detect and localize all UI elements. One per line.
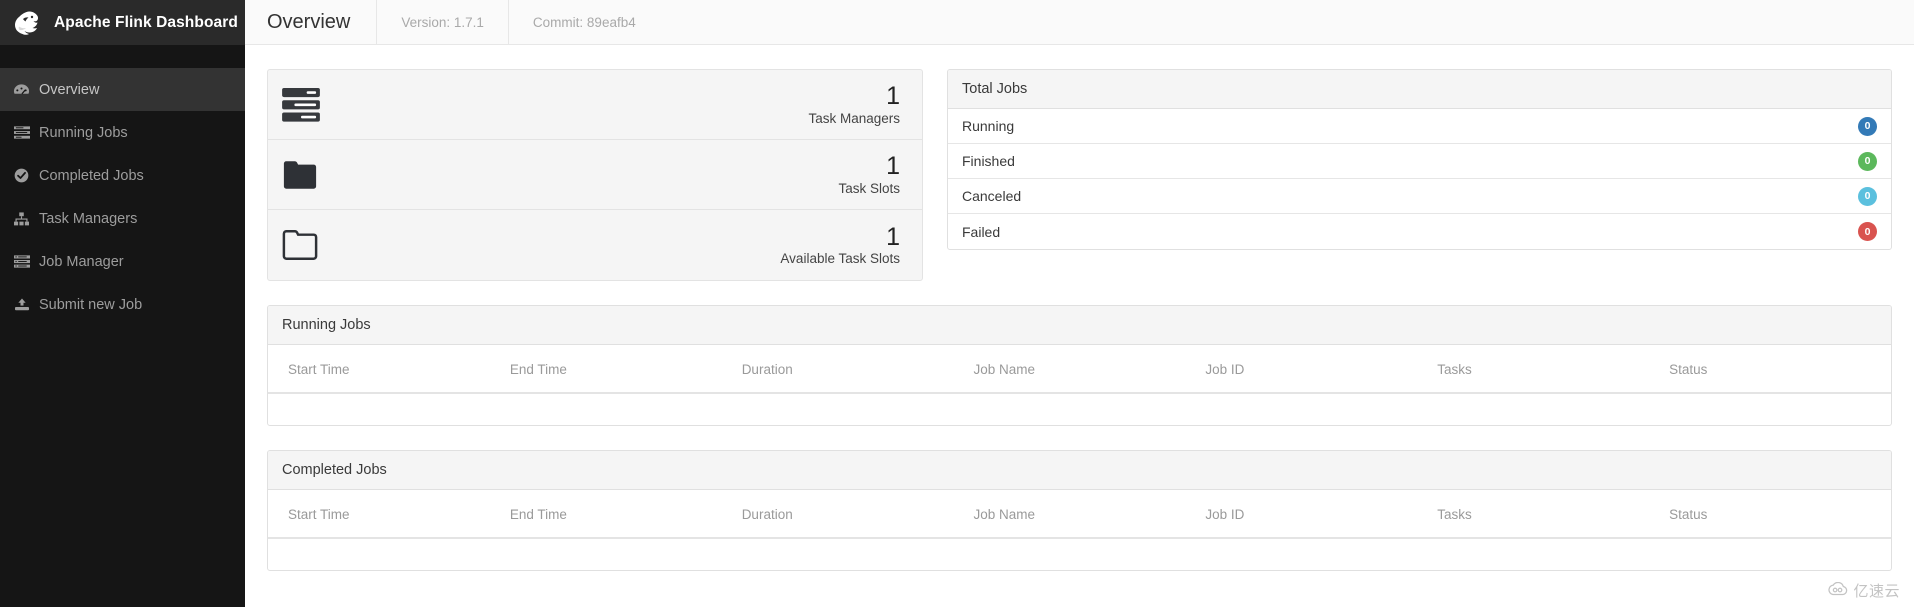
- stat-text: 1 Task Managers: [326, 82, 908, 126]
- app-root: Apache Flink Dashboard Overview Running …: [0, 0, 1914, 607]
- brand-header[interactable]: Apache Flink Dashboard: [0, 0, 245, 45]
- stat-label: Task Managers: [808, 110, 900, 126]
- sidebar-item-label: Job Manager: [39, 253, 124, 270]
- col-job-name[interactable]: Job Name: [963, 345, 1196, 394]
- sidebar-item-submit-new-job[interactable]: Submit new Job: [0, 283, 245, 326]
- completed-jobs-body: [268, 538, 1891, 570]
- page-title: Overview: [245, 0, 378, 44]
- sidebar-nav-list: Overview Running Jobs Completed Jobs Tas…: [0, 68, 245, 326]
- sidebar-item-label: Overview: [39, 81, 100, 98]
- server-list-icon: [13, 254, 30, 269]
- overview-top-row: 1 Task Managers 1 Task Slots 1 Available…: [267, 69, 1892, 281]
- col-job-name[interactable]: Job Name: [963, 490, 1196, 539]
- empty-row: [268, 393, 1891, 425]
- running-jobs-table: Start Time End Time Duration Job Name Jo…: [268, 345, 1891, 425]
- top-bar: Overview Version: 1.7.1 Commit: 89eafb4: [245, 0, 1914, 45]
- total-jobs-title: Total Jobs: [948, 70, 1891, 109]
- col-status[interactable]: Status: [1659, 490, 1891, 539]
- flink-squirrel-icon: [13, 10, 43, 36]
- col-status[interactable]: Status: [1659, 345, 1891, 394]
- empty-row: [268, 538, 1891, 570]
- sitemap-icon: [13, 211, 30, 226]
- col-end-time[interactable]: End Time: [499, 490, 732, 539]
- sidebar-item-label: Task Managers: [39, 210, 138, 227]
- row-label: Finished: [962, 153, 1015, 169]
- watermark: 亿速云: [1827, 580, 1900, 601]
- sidebar-item-task-managers[interactable]: Task Managers: [0, 197, 245, 240]
- total-jobs-row-finished: Finished 0: [948, 144, 1891, 179]
- content-area: 1 Task Managers 1 Task Slots 1 Available…: [245, 45, 1914, 607]
- main-area: Overview Version: 1.7.1 Commit: 89eafb4: [245, 0, 1914, 607]
- stat-value: 1: [886, 82, 900, 111]
- cloud-icon: [1827, 581, 1849, 600]
- completed-jobs-card: Completed Jobs Start Time End Time Durat…: [267, 450, 1892, 571]
- sidebar-item-label: Running Jobs: [39, 124, 128, 141]
- running-jobs-card: Running Jobs Start Time End Time Duratio…: [267, 305, 1892, 426]
- stat-task-managers: 1 Task Managers: [268, 70, 922, 140]
- brand-title: Apache Flink Dashboard: [54, 13, 238, 31]
- table-header-row: Start Time End Time Duration Job Name Jo…: [268, 490, 1891, 539]
- stat-available-task-slots: 1 Available Task Slots: [268, 210, 922, 280]
- total-jobs-row-failed: Failed 0: [948, 214, 1891, 249]
- dashboard-icon: [13, 82, 30, 97]
- stat-value: 1: [886, 222, 900, 251]
- row-label: Failed: [962, 223, 1001, 240]
- status-badge: 0: [1858, 186, 1877, 206]
- col-tasks[interactable]: Tasks: [1427, 345, 1660, 394]
- running-jobs-title: Running Jobs: [268, 306, 1891, 345]
- col-start-time[interactable]: Start Time: [268, 345, 500, 394]
- col-job-id[interactable]: Job ID: [1195, 345, 1428, 394]
- sidebar-item-running-jobs[interactable]: Running Jobs: [0, 111, 245, 154]
- total-jobs-row-running: Running 0: [948, 109, 1891, 144]
- stat-value: 1: [886, 152, 900, 181]
- cluster-stats-card: 1 Task Managers 1 Task Slots 1 Available…: [267, 69, 923, 281]
- watermark-text: 亿速云: [1853, 583, 1900, 600]
- sidebar-item-overview[interactable]: Overview: [0, 68, 245, 111]
- col-start-time[interactable]: Start Time: [268, 490, 500, 539]
- stat-text: 1 Available Task Slots: [326, 222, 908, 267]
- row-label: Running: [962, 118, 1015, 134]
- col-end-time[interactable]: End Time: [499, 345, 732, 394]
- stat-text: 1 Task Slots: [326, 152, 908, 196]
- sidebar-item-label: Submit new Job: [39, 296, 143, 313]
- sidebar: Apache Flink Dashboard Overview Running …: [0, 0, 245, 607]
- completed-jobs-title: Completed Jobs: [268, 451, 1891, 490]
- stat-label: Available Task Slots: [780, 251, 900, 267]
- folder-open-icon: [282, 230, 326, 260]
- status-badge: 0: [1858, 151, 1877, 171]
- status-badge: 0: [1858, 222, 1877, 241]
- upload-icon: [13, 297, 30, 312]
- check-circle-icon: [13, 168, 30, 183]
- completed-jobs-table: Start Time End Time Duration Job Name Jo…: [268, 490, 1891, 570]
- commit-label: Commit: 89eafb4: [532, 14, 636, 30]
- running-jobs-body: [268, 393, 1891, 425]
- table-header-row: Start Time End Time Duration Job Name Jo…: [268, 345, 1891, 394]
- list-running-icon: [13, 125, 30, 140]
- total-jobs-panel: Total Jobs Running 0 Finished 0 Canceled…: [947, 69, 1892, 250]
- sidebar-item-label: Completed Jobs: [39, 167, 144, 184]
- server-stack-icon: [282, 87, 326, 122]
- folder-filled-icon: [282, 160, 326, 190]
- sidebar-item-completed-jobs[interactable]: Completed Jobs: [0, 154, 245, 197]
- col-tasks[interactable]: Tasks: [1427, 490, 1660, 539]
- stat-label: Task Slots: [838, 180, 900, 196]
- col-job-id[interactable]: Job ID: [1195, 490, 1428, 539]
- total-jobs-row-canceled: Canceled 0: [948, 179, 1891, 214]
- stat-task-slots: 1 Task Slots: [268, 140, 922, 210]
- col-duration[interactable]: Duration: [731, 490, 964, 539]
- col-duration[interactable]: Duration: [731, 345, 964, 394]
- sidebar-item-job-manager[interactable]: Job Manager: [0, 240, 245, 283]
- version-label: Version: 1.7.1: [377, 0, 509, 44]
- row-label: Canceled: [962, 188, 1022, 204]
- status-badge: 0: [1858, 116, 1877, 136]
